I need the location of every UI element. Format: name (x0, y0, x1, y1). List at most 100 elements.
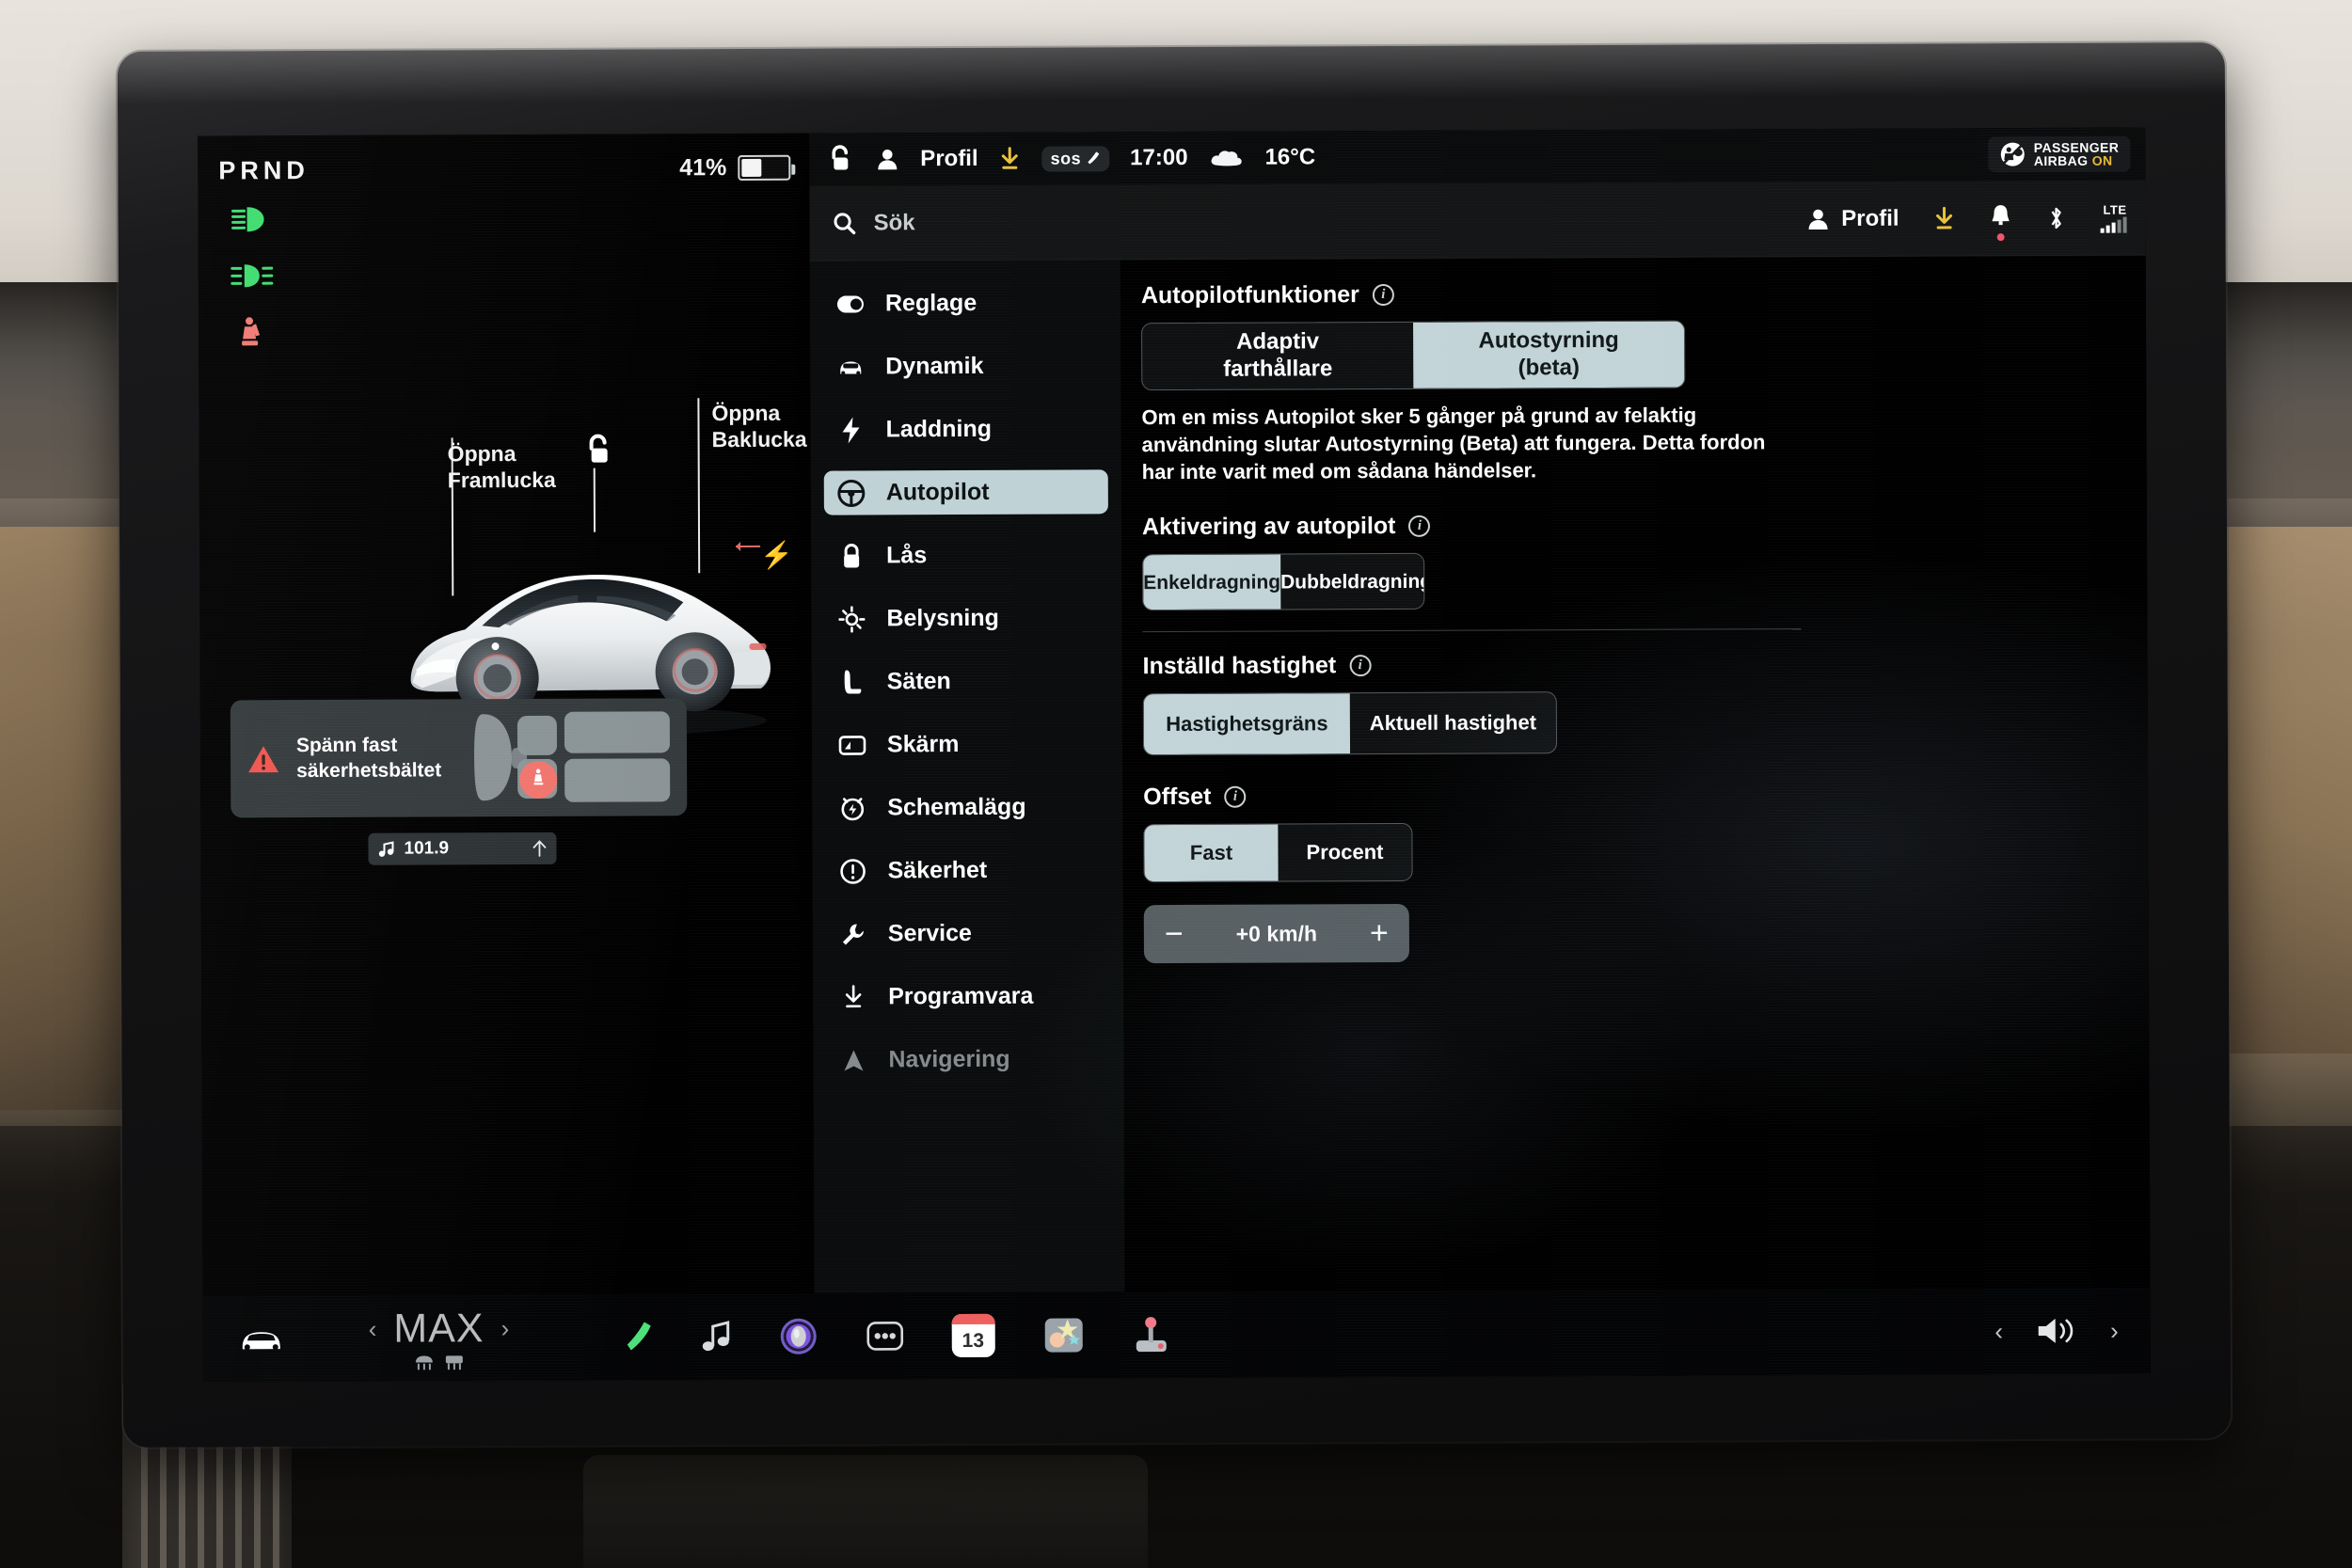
sidebar-item-schemalagg[interactable]: Schemalägg (825, 784, 1109, 830)
navigation-arrow-icon (839, 1046, 867, 1074)
arcade-joystick-icon[interactable] (1132, 1314, 1169, 1355)
battery-indicator[interactable]: 41% (679, 154, 796, 182)
info-icon[interactable]: i (1408, 515, 1431, 538)
sidebar-item-navigering[interactable]: Navigering (826, 1037, 1110, 1082)
segment-autosteer-beta[interactable]: Autostyrning (beta) (1413, 321, 1685, 388)
vehicle-controls-button[interactable] (235, 1324, 288, 1353)
front-trunk-label-line1: Öppna (447, 441, 516, 467)
segment-speed-limit[interactable]: Hastighetsgräns (1143, 693, 1351, 755)
search-icon[interactable] (833, 211, 857, 235)
signal-bars-icon (2100, 216, 2127, 233)
software-download-icon[interactable] (1933, 206, 1956, 230)
calendar-icon[interactable]: 13 (951, 1313, 995, 1358)
driving-visualization-pane: PRND 41% Öppna Framlucka Öppna Baklucka … (198, 133, 815, 1296)
offset-title: Offset (1143, 783, 1212, 811)
sidebar-label: Säkerhet (887, 856, 988, 884)
sidebar-item-laddning[interactable]: Laddning (823, 406, 1107, 451)
media-mini-player[interactable]: 101.9 (368, 832, 557, 865)
unlocked-padlock-icon[interactable] (583, 433, 613, 470)
software-download-icon[interactable] (999, 147, 1022, 171)
segment-adaptive-cruise[interactable]: Adaptiv farthållare (1142, 323, 1413, 389)
climate-control[interactable]: ‹ MAX › (369, 1306, 510, 1371)
screen-main-row: PRND 41% Öppna Framlucka Öppna Baklucka … (198, 127, 2151, 1296)
photos-icon[interactable] (1041, 1313, 1085, 1356)
settings-search-bar[interactable]: Sök Profil LTE (809, 180, 2146, 261)
volume-control[interactable]: ‹ › (1994, 1315, 2118, 1348)
bluetooth-icon[interactable] (2046, 204, 2067, 230)
notifications-button[interactable] (1989, 203, 2011, 242)
sidebar-label: Laddning (885, 415, 993, 443)
settings-sidebar[interactable]: Reglage Dynamik Laddning Autopilot Lås B… (809, 260, 1125, 1293)
rear-trunk-label-line1: Öppna (711, 400, 781, 426)
sos-button[interactable]: sos (1041, 145, 1110, 172)
front-defrost-icon[interactable] (414, 1354, 435, 1370)
open-front-trunk-label[interactable]: Öppna Framlucka (448, 440, 556, 494)
rear-trunk-label-line2: Baklucka (711, 426, 807, 452)
offset-value-label: +0 km/h (1235, 920, 1318, 946)
activation-segmented-control[interactable]: Enkeldragning Dubbeldragning (1142, 552, 1425, 611)
sidebar-item-dynamik[interactable]: Dynamik (823, 343, 1107, 388)
segment-offset-percent[interactable]: Procent (1278, 824, 1411, 881)
offset-stepper[interactable]: − +0 km/h + (1143, 904, 1410, 964)
fog-light-telltale-icon (230, 264, 274, 288)
sidebar-label: Navigering (888, 1045, 1010, 1073)
seat-layout-diagram (474, 711, 671, 802)
unlocked-padlock-status-icon[interactable] (826, 143, 854, 175)
phone-icon[interactable] (620, 1319, 654, 1354)
media-dial-icon[interactable] (778, 1317, 818, 1356)
more-dots-icon[interactable] (865, 1316, 904, 1355)
set-speed-header: Inställd hastighet i (1143, 649, 2110, 680)
music-note-icon (378, 841, 394, 857)
charge-port-arrow (736, 545, 761, 548)
info-icon[interactable]: i (1372, 283, 1394, 307)
phone-handset-icon (1088, 151, 1100, 165)
sidebar-label: Programvara (888, 982, 1034, 1010)
offset-decrease-button[interactable]: − (1165, 916, 1184, 952)
sidebar-item-belysning[interactable]: Belysning (824, 595, 1108, 641)
set-speed-segmented-control[interactable]: Hastighetsgräns Aktuell hastighet (1142, 691, 1558, 756)
info-icon[interactable]: i (1349, 655, 1372, 677)
segment-offset-fixed[interactable]: Fast (1144, 824, 1279, 882)
volume-next-chevron[interactable]: › (2110, 1316, 2119, 1345)
segment-current-speed[interactable]: Aktuell hastighet (1350, 692, 1556, 753)
sidebar-item-service[interactable]: Service (826, 911, 1110, 956)
settings-body: Reglage Dynamik Laddning Autopilot Lås B… (809, 255, 2151, 1293)
segment-single-pull[interactable]: Enkeldragning (1143, 554, 1281, 610)
rear-defrost-icon[interactable] (444, 1354, 465, 1370)
autopilot-features-segmented-control[interactable]: Adaptiv farthållare Autostyrning (beta) (1141, 320, 1686, 391)
profile-label: Profil (1841, 205, 1899, 231)
profile-person-icon[interactable] (875, 147, 899, 171)
sidebar-item-programvara[interactable]: Programvara (826, 974, 1110, 1019)
touchscreen-display[interactable]: PRND 41% Öppna Framlucka Öppna Baklucka … (198, 127, 2151, 1383)
status-profile-label[interactable]: Profil (920, 146, 977, 172)
bezel-highlight (117, 42, 2225, 104)
volume-icon[interactable] (2035, 1315, 2078, 1347)
sidebar-item-autopilot[interactable]: Autopilot (823, 469, 1108, 515)
seatbelt-alert-card[interactable]: Spänn fast säkerhetsbältet (230, 698, 688, 818)
search-input[interactable]: Sök (874, 210, 915, 236)
climate-decrease-chevron[interactable]: ‹ (369, 1314, 377, 1343)
sidebar-item-skarm[interactable]: Skärm (825, 721, 1109, 767)
autopilot-features-description: Om en miss Autopilot sker 5 gånger på gr… (1141, 403, 1766, 484)
offset-increase-button[interactable]: + (1370, 915, 1389, 951)
segment-double-pull[interactable]: Dubbeldragning (1280, 554, 1424, 610)
segment-autosteer-line1: Autostyrning (1478, 327, 1619, 354)
info-icon[interactable]: i (1224, 785, 1247, 808)
warning-triangle-icon (248, 745, 279, 772)
alarm-icon (838, 794, 866, 822)
volume-prev-chevron[interactable]: ‹ (1994, 1317, 2003, 1346)
music-note-icon[interactable] (701, 1320, 731, 1354)
expand-up-arrow-icon[interactable] (532, 840, 547, 857)
wrench-icon (839, 920, 867, 948)
bolt-icon (836, 416, 865, 444)
display-icon (838, 731, 866, 759)
climate-increase-chevron[interactable]: › (501, 1314, 509, 1343)
offset-segmented-control[interactable]: Fast Procent (1143, 822, 1413, 883)
sidebar-item-saten[interactable]: Säten (825, 658, 1109, 704)
open-rear-trunk-label[interactable]: Öppna Baklucka (711, 400, 806, 453)
segment-autosteer-line2: (beta) (1518, 355, 1580, 381)
sidebar-item-sakerhet[interactable]: Säkerhet (825, 847, 1109, 893)
profile-button[interactable]: Profil (1805, 205, 1899, 231)
sidebar-item-las[interactable]: Lås (824, 532, 1108, 578)
sidebar-item-reglage[interactable]: Reglage (823, 280, 1107, 325)
